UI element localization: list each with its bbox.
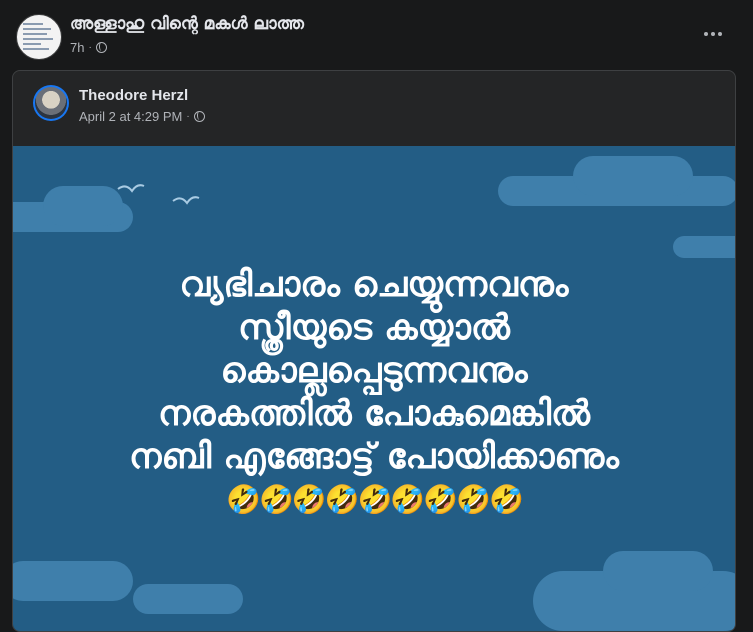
caption-line: വ്യഭിചാരം ചെയ്യുന്നവനും: [179, 265, 569, 305]
post-timestamp[interactable]: 7h: [70, 40, 84, 55]
more-options-icon: [704, 32, 708, 36]
laughing-emoji-row: 🤣🤣🤣🤣🤣🤣🤣🤣🤣: [226, 483, 524, 516]
page-avatar[interactable]: [16, 14, 62, 60]
shared-author-name[interactable]: Theodore Herzl: [79, 87, 188, 104]
shared-post-card[interactable]: Theodore Herzl April 2 at 4:29 PM · വ്യഭ…: [12, 70, 736, 632]
more-options-button[interactable]: [699, 22, 727, 46]
post-meta: 7h ·: [70, 40, 107, 55]
caption-line: സ്ത്രീയുടെ കയ്യാൽ: [238, 308, 510, 348]
caption-line: നബി എങ്ങോട്ട് പോയിക്കാണും: [129, 437, 619, 477]
shared-author-avatar[interactable]: [33, 85, 69, 121]
page-name-link[interactable]: അള്ളാഹു വിന്റെ മകൾ ലാത്ത: [70, 14, 304, 34]
caption-line: നരകത്തിൽ പോകുമെങ്കിൽ: [157, 394, 591, 434]
image-caption: വ്യഭിചാരം ചെയ്യുന്നവനും സ്ത്രീയുടെ കയ്യാ…: [13, 264, 735, 521]
post-header: അള്ളാഹു വിന്റെ മകൾ ലാത്ത 7h ·: [0, 0, 753, 68]
shared-post-timestamp[interactable]: April 2 at 4:29 PM: [79, 109, 182, 124]
globe-icon: [95, 42, 107, 53]
meta-separator: ·: [88, 42, 92, 53]
meta-separator: ·: [186, 111, 190, 122]
globe-icon: [193, 111, 205, 122]
shared-post-meta: April 2 at 4:29 PM ·: [79, 109, 205, 124]
post-image[interactable]: വ്യഭിചാരം ചെയ്യുന്നവനും സ്ത്രീയുടെ കയ്യാ…: [13, 146, 735, 631]
caption-line: കൊല്ലപ്പെടുന്നവനും: [220, 351, 528, 391]
